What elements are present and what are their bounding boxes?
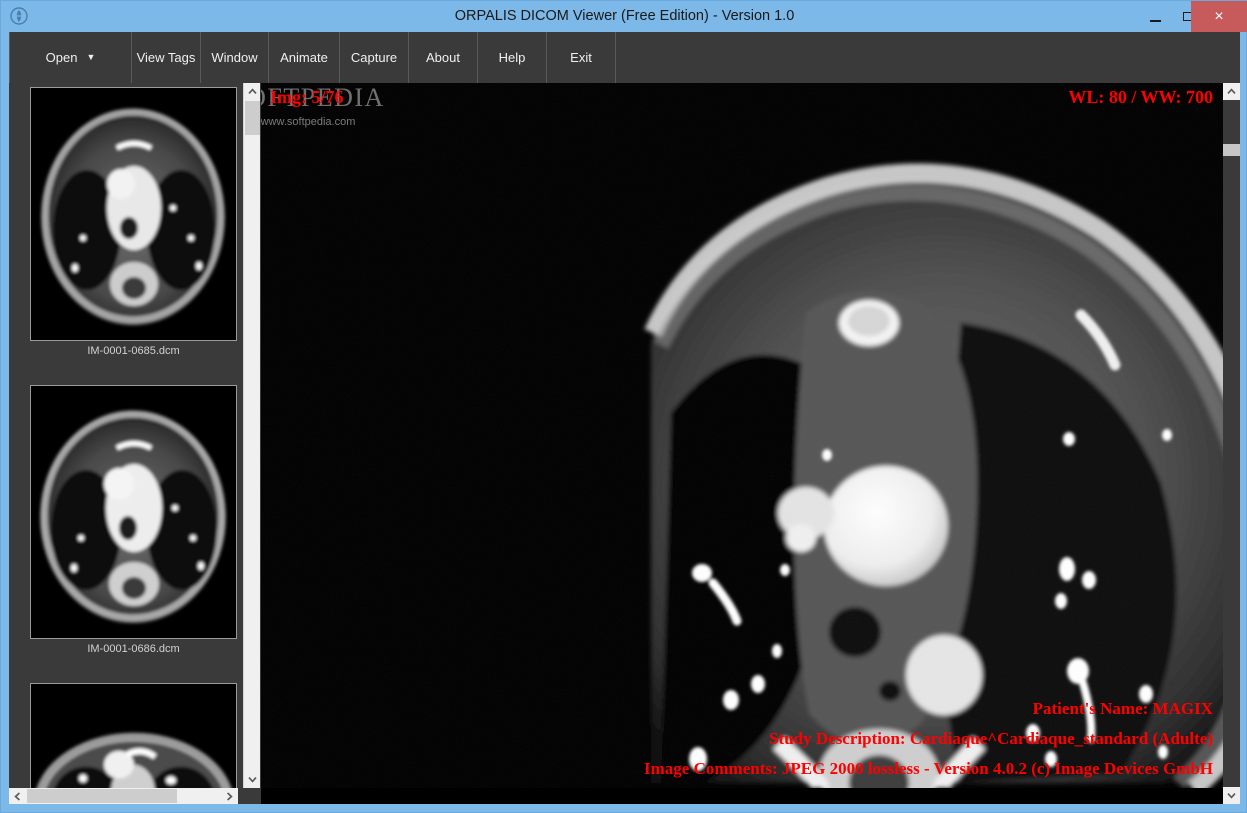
close-icon: × — [1214, 7, 1224, 25]
thumbnail-image[interactable] — [30, 683, 237, 788]
about-button-label: About — [426, 50, 460, 65]
open-button-label: Open — [45, 50, 78, 65]
thumbnail-label: IM-0001-0685.dcm — [87, 345, 180, 357]
thumbnail-item[interactable]: IM-0001-0685.dcm — [30, 87, 237, 357]
help-button[interactable]: Help — [478, 32, 547, 83]
scrollbar-corner — [238, 788, 261, 804]
thumbnail-horizontal-scrollbar[interactable] — [9, 788, 261, 804]
window-button-label: Window — [211, 50, 258, 65]
thumbnail-scrollbar-thumb[interactable] — [245, 101, 260, 135]
animate-button[interactable]: Animate — [269, 32, 340, 83]
chevron-up-icon[interactable] — [1223, 83, 1239, 100]
thumbnail-label: IM-0001-0686.dcm — [87, 643, 180, 655]
content-area: IM-0001-0685.dcm IM-0001-0686.dcm FTPEDI… — [9, 83, 1240, 804]
application-window: ORPALIS DICOM Viewer (Free Edition) - Ve… — [0, 0, 1247, 813]
horizontal-scrollbar-thumb[interactable] — [27, 789, 177, 803]
patient-info-overlay: Patient's Name: MAGIX Study Description:… — [644, 694, 1213, 784]
window-button[interactable]: Window — [201, 32, 269, 83]
exit-button[interactable]: Exit — [547, 32, 616, 83]
thumbnail-vertical-scrollbar[interactable] — [243, 83, 260, 788]
thumbnail-image[interactable] — [30, 87, 237, 341]
chevron-right-icon[interactable] — [221, 788, 238, 804]
patient-name-text: Patient's Name: MAGIX — [1032, 699, 1213, 718]
window-title: ORPALIS DICOM Viewer (Free Edition) - Ve… — [454, 8, 795, 24]
image-comments-text: Image Comments: JPEG 2000 lossless - Ver… — [644, 759, 1213, 778]
help-button-label: Help — [498, 50, 526, 65]
minimize-button[interactable] — [1140, 2, 1170, 31]
viewer-bottom-strip — [261, 788, 1223, 804]
open-button[interactable]: Open ▼ — [9, 32, 132, 83]
chevron-down-icon: ▼ — [86, 52, 96, 62]
ct-scan-image — [261, 83, 1223, 788]
about-button[interactable]: About — [409, 32, 478, 83]
viewer-scrollbar-thumb[interactable] — [1223, 144, 1240, 156]
viewer-scrollbar-track-upper[interactable] — [1223, 100, 1240, 144]
view-tags-button-label: View Tags — [136, 50, 196, 65]
thumbnail-item[interactable]: IM-0001-0686.dcm — [30, 385, 237, 655]
chevron-up-icon[interactable] — [244, 83, 260, 100]
chevron-down-icon[interactable] — [1223, 787, 1239, 804]
title-bar: ORPALIS DICOM Viewer (Free Edition) - Ve… — [1, 1, 1247, 32]
capture-button[interactable]: Capture — [340, 32, 409, 83]
thumbnail-panel[interactable]: IM-0001-0685.dcm IM-0001-0686.dcm — [9, 83, 261, 788]
window-level-overlay: WL: 80 / WW: 700 — [1068, 87, 1213, 107]
capture-button-label: Capture — [350, 50, 398, 65]
thumbnail-image[interactable] — [30, 385, 237, 639]
close-button[interactable]: × — [1191, 1, 1247, 32]
chevron-left-icon[interactable] — [9, 788, 26, 804]
exit-button-label: Exit — [570, 50, 592, 65]
viewer-vertical-scrollbar[interactable] — [1223, 83, 1240, 804]
dicom-image-viewer[interactable]: SOFTPEDIA www.softpedia.com Img: 5/76 WL… — [261, 83, 1223, 788]
minimize-icon — [1149, 19, 1161, 22]
toolbar-empty-space — [616, 32, 1240, 83]
view-tags-button[interactable]: View Tags — [132, 32, 201, 83]
thumbnail-item[interactable] — [30, 683, 237, 788]
study-description-text: Study Description: Cardiaque^Cardiaque_s… — [769, 729, 1213, 748]
animate-button-label: Animate — [280, 50, 328, 65]
chevron-down-icon[interactable] — [244, 771, 260, 788]
viewer-scrollbar-track-lower[interactable] — [1223, 156, 1240, 787]
image-index-overlay: Img: 5/76 — [270, 87, 344, 107]
main-toolbar: Open ▼ View Tags Window Animate Capture … — [9, 32, 1240, 83]
